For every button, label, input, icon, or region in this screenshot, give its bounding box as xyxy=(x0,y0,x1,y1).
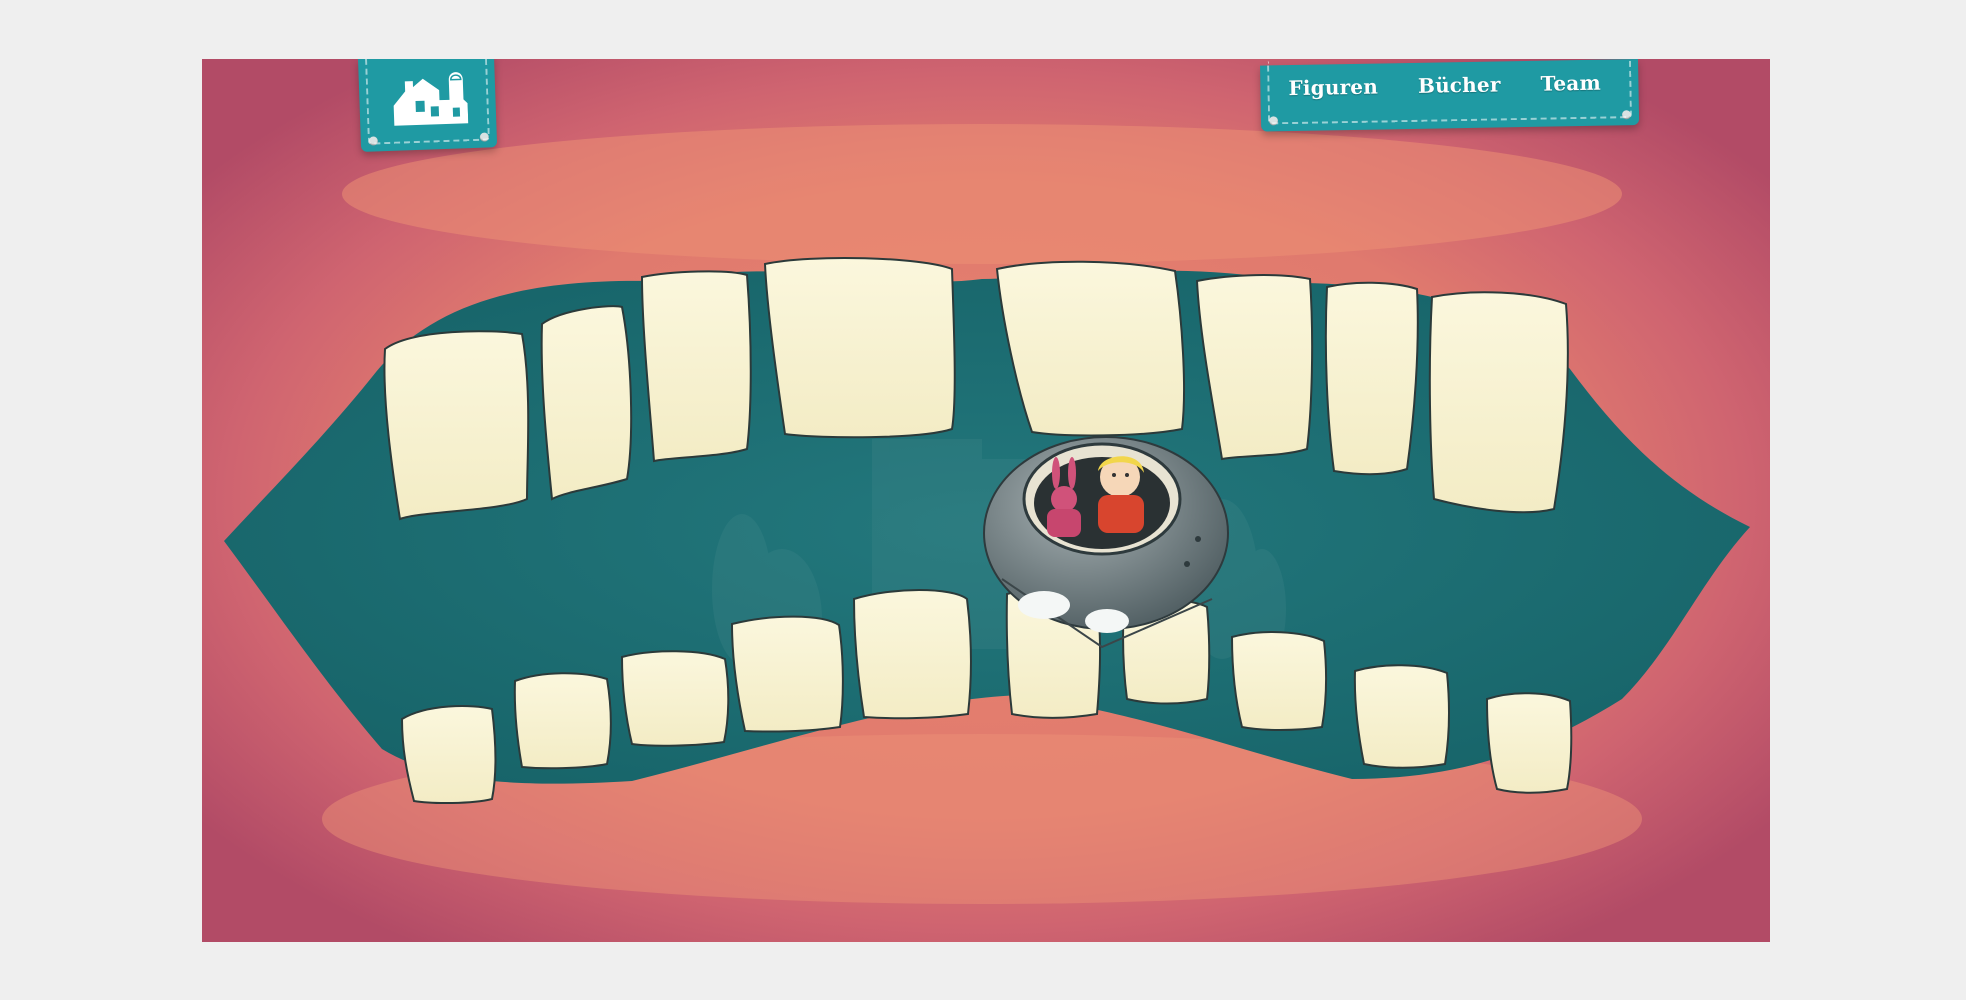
hero-illustration-stage: Figuren Bücher Team xyxy=(202,59,1770,942)
tooth xyxy=(763,256,956,439)
tooth xyxy=(513,672,612,770)
nav-links: Figuren Bücher Team xyxy=(1288,71,1601,100)
tooth xyxy=(1485,692,1573,794)
tooth xyxy=(1230,631,1328,731)
rivet xyxy=(1268,116,1279,126)
tooth xyxy=(1324,281,1419,476)
house-with-observatory-icon[interactable] xyxy=(386,63,469,130)
tooth xyxy=(1428,291,1569,514)
nav-link-team[interactable]: Team xyxy=(1540,71,1601,96)
home-tag[interactable] xyxy=(358,59,498,152)
tooth xyxy=(852,589,972,720)
main-navigation: Figuren Bücher Team xyxy=(1260,59,1640,132)
rivet xyxy=(368,136,379,146)
tooth xyxy=(383,330,530,521)
nav-link-buecher[interactable]: Bücher xyxy=(1418,72,1501,97)
tooth xyxy=(1353,664,1451,769)
tooth xyxy=(995,260,1186,437)
tooth xyxy=(620,650,730,747)
tooth xyxy=(400,705,497,805)
tooth xyxy=(730,615,844,733)
rivet xyxy=(479,132,489,142)
mouth-illustration xyxy=(202,59,1770,942)
nav-link-figuren[interactable]: Figuren xyxy=(1288,75,1378,101)
tooth xyxy=(640,270,752,463)
lip-highlight-top xyxy=(342,124,1622,264)
tooth xyxy=(540,305,633,501)
rivet xyxy=(1621,110,1632,120)
